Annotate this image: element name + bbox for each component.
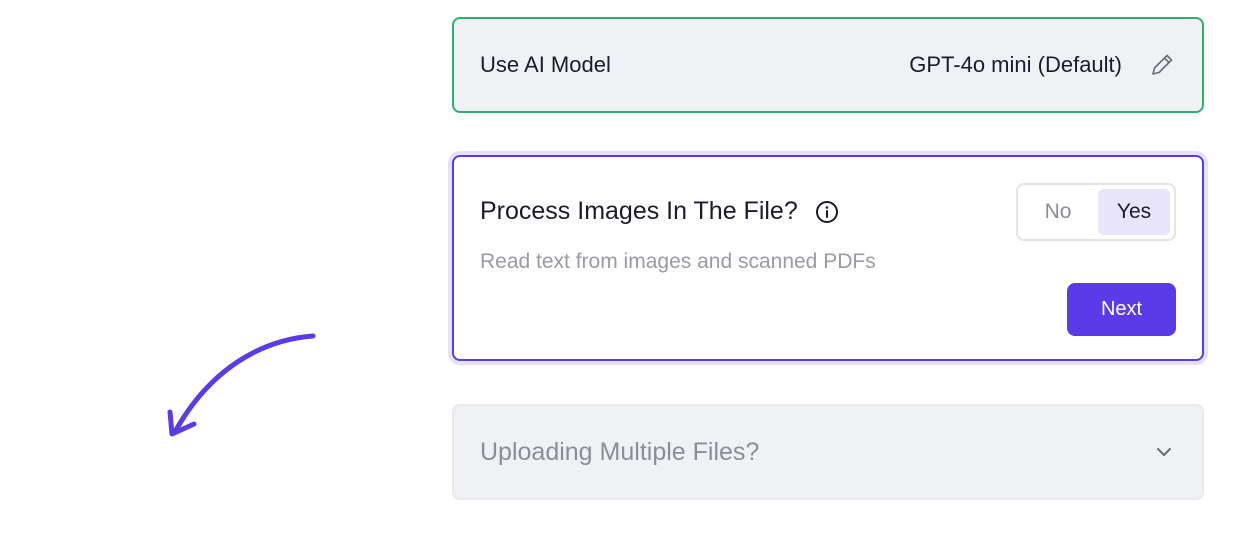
uploading-multiple-files-card[interactable]: Uploading Multiple Files? — [452, 404, 1204, 500]
pencil-icon[interactable] — [1148, 51, 1176, 79]
ai-model-value: GPT-4o mini (Default) — [909, 52, 1122, 77]
next-button[interactable]: Next — [1067, 283, 1176, 336]
toggle-option-yes[interactable]: Yes — [1098, 189, 1170, 235]
process-images-toggle: No Yes — [1016, 183, 1176, 241]
ai-model-card: Use AI Model GPT-4o mini (Default) — [452, 17, 1204, 113]
chevron-down-icon[interactable] — [1152, 440, 1176, 464]
ai-model-label: Use AI Model — [480, 52, 611, 77]
process-images-title-row: Process Images In The File? — [480, 197, 840, 226]
process-images-card: Process Images In The File? Read text fr… — [452, 155, 1204, 361]
page: Use AI Model GPT-4o mini (Default) Proce… — [0, 0, 1247, 536]
toggle-option-no[interactable]: No — [1022, 189, 1094, 235]
process-images-title: Process Images In The File? — [480, 197, 798, 225]
uploading-multiple-files-title: Uploading Multiple Files? — [480, 437, 760, 466]
info-icon[interactable] — [814, 199, 840, 225]
curved-arrow-icon — [167, 333, 316, 437]
process-images-description: Read text from images and scanned PDFs — [480, 250, 876, 273]
